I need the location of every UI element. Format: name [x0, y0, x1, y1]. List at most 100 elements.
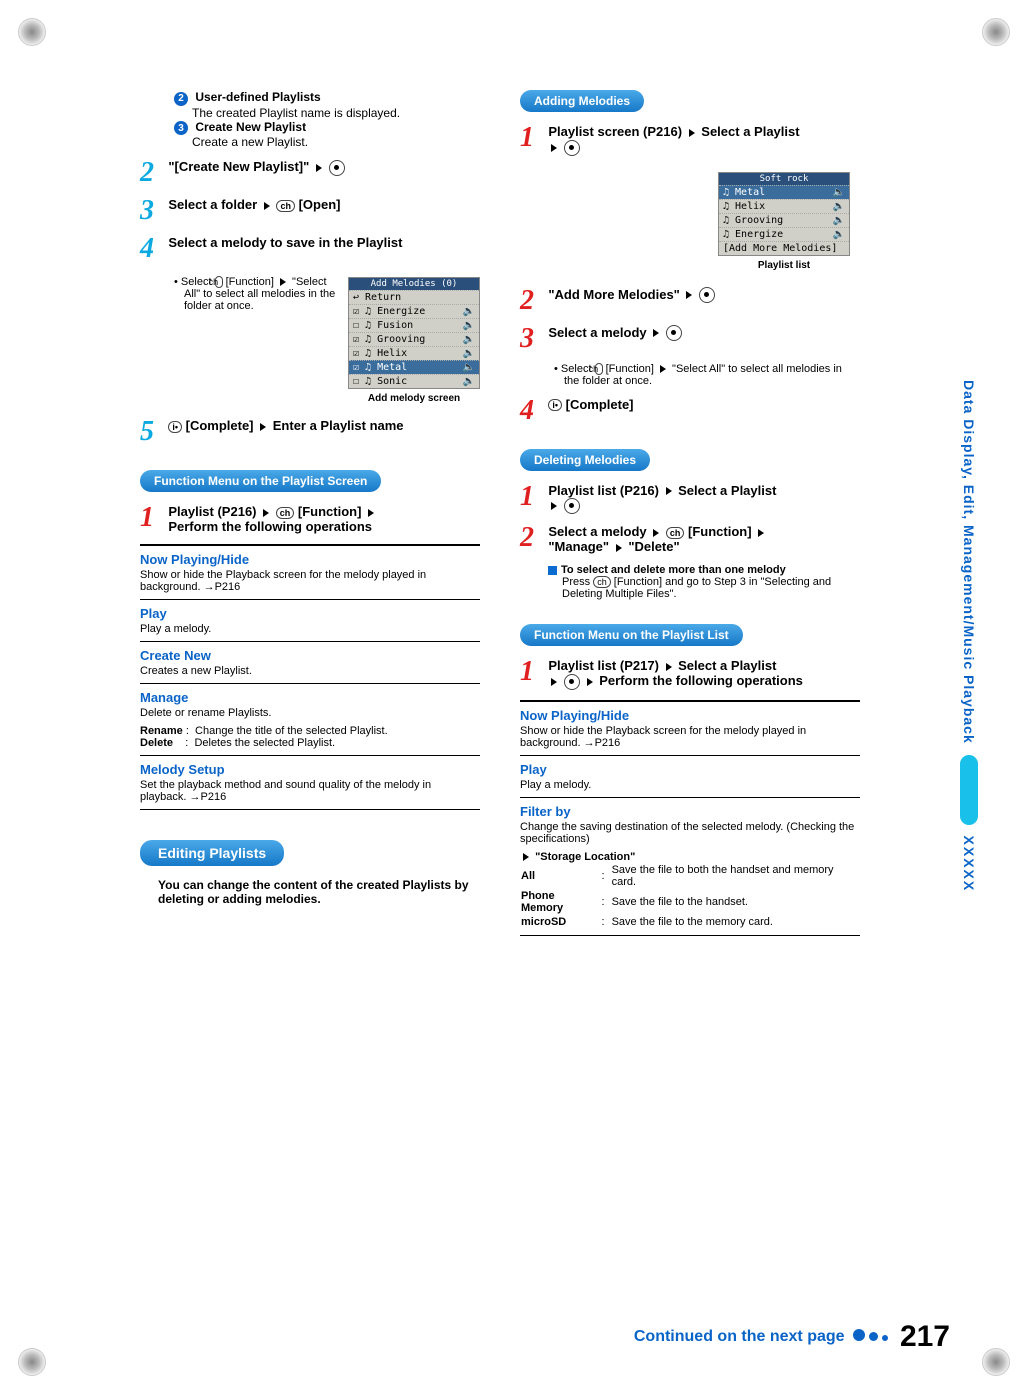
screenshot-row: ☐ ♫ Sonic🔈 — [349, 374, 479, 388]
add-melody-screenshot: Add Melodies (0) ↩ Return ☑ ♫ Energize🔈 … — [348, 277, 480, 404]
list-item: 3 Create New Playlist Create a new Playl… — [174, 120, 480, 150]
row-text: ♫ Grooving — [723, 215, 783, 226]
arrow-icon — [666, 663, 672, 671]
screenshot-row: ☑ ♫ Metal🔈 — [349, 360, 479, 374]
option-name: Phone Memory — [521, 890, 563, 914]
screenshot-title: Add Melodies (0) — [349, 278, 479, 290]
arrow-icon — [616, 544, 622, 552]
storage-location-options: "Storage Location" All:Save the file to … — [520, 851, 860, 929]
menu-item-heading: Play — [520, 762, 860, 777]
divider — [520, 935, 860, 936]
divider — [520, 797, 860, 798]
screenshot-title: Soft rock — [719, 173, 849, 185]
divider — [520, 755, 860, 756]
step-number: 3 — [520, 325, 545, 353]
step-label: [Complete] — [186, 418, 258, 433]
option-label: "Storage Location" — [535, 851, 635, 863]
circled-number-icon: 2 — [174, 92, 188, 106]
menu-item-heading: Filter by — [520, 804, 860, 819]
row-text: ☑ ♫ Energize — [353, 306, 425, 317]
step-label: Playlist (P216) — [168, 504, 260, 519]
step-4-body: Add Melodies (0) ↩ Return ☑ ♫ Energize🔈 … — [140, 273, 480, 408]
section-heading: Editing Playlists — [140, 840, 480, 866]
content-area: 2 User-defined Playlists The created Pla… — [140, 90, 860, 942]
arrow-icon — [758, 529, 764, 537]
section-heading: Function Menu on the Playlist Screen — [140, 470, 480, 492]
step-label: Select a melody — [548, 325, 650, 340]
step-text: Select a melody — [548, 325, 858, 342]
step-number: 1 — [140, 504, 165, 532]
step-label: "Add More Melodies" — [548, 287, 683, 302]
step-3: 3 Select a folder ch [Open] — [140, 197, 480, 225]
arrow-icon — [316, 164, 322, 172]
step-label: Select a folder — [168, 197, 260, 212]
side-tab-xs: XXXXX — [961, 836, 977, 893]
step-text: Select a melody to save in the Playlist — [168, 235, 478, 250]
step-5: 5 i• [Complete] Enter a Playlist name — [140, 418, 480, 446]
screenshot-row: ♫ Energize🔈 — [719, 227, 849, 241]
side-tab-pill-icon — [960, 755, 978, 825]
step-text: Select a melody ch [Function] "Manage" "… — [548, 524, 858, 554]
menu-item-heading: Now Playing/Hide — [520, 708, 860, 723]
arrow-icon — [551, 144, 557, 152]
menu-item-heading: Create New — [140, 648, 480, 663]
arrow-icon — [264, 202, 270, 210]
step-text: i• [Complete] — [548, 397, 858, 412]
step-label: "Manage" — [548, 539, 612, 554]
arrow-icon — [686, 291, 692, 299]
step-number: 2 — [520, 287, 545, 315]
menu-item-heading: Now Playing/Hide — [140, 552, 480, 567]
menu-item-desc: Play a melody. — [520, 779, 860, 791]
step-number: 2 — [520, 524, 545, 552]
menu-item-desc: Show or hide the Playback screen for the… — [520, 725, 860, 749]
divider — [140, 544, 480, 546]
list-item-title: Create New Playlist — [195, 120, 306, 134]
arrow-icon — [660, 365, 666, 373]
step-label: [Function] — [298, 504, 365, 519]
function2-step-1: 1 Playlist list (P217) Select a Playlist… — [520, 658, 860, 690]
step-number: 5 — [140, 418, 165, 446]
option-desc: Deletes the selected Playlist. — [194, 737, 335, 749]
playlist-screenshot: Soft rock ♫ Metal🔈 ♫ Helix🔈 ♫ Grooving🔈 … — [718, 172, 850, 271]
arrow-icon — [280, 278, 286, 286]
screenshot-row: ☐ ♫ Fusion🔈 — [349, 318, 479, 332]
divider — [140, 641, 480, 642]
menu-item-heading: Manage — [140, 690, 480, 705]
step-label: [Open] — [299, 197, 341, 212]
side-tab-label: Data Display, Edit, Management/Music Pla… — [961, 380, 977, 744]
phone-screenshot: Soft rock ♫ Metal🔈 ♫ Helix🔈 ♫ Grooving🔈 … — [718, 172, 850, 256]
circled-number-icon: 3 — [174, 121, 188, 135]
section-pill: Function Menu on the Playlist List — [520, 624, 743, 646]
step-label: Perform the following operations — [599, 673, 803, 688]
step-number: 1 — [520, 483, 545, 511]
menu-item-desc: Show or hide the Playback screen for the… — [140, 569, 480, 593]
center-key-icon — [564, 140, 580, 156]
del-note: To select and delete more than one melod… — [548, 564, 860, 600]
list-item: 2 User-defined Playlists The created Pla… — [174, 90, 480, 120]
add-step-3: 3 Select a melody — [520, 325, 860, 353]
step-number: 1 — [520, 658, 545, 686]
step-number: 4 — [140, 235, 165, 263]
circled-list: 2 User-defined Playlists The created Pla… — [174, 90, 480, 149]
option-name: All — [521, 870, 535, 882]
divider — [140, 755, 480, 756]
step-number: 2 — [140, 159, 165, 187]
step-label: Select a Playlist — [678, 483, 776, 498]
substep-text: [Function] — [223, 276, 277, 288]
option-name: Delete — [140, 737, 173, 749]
row-text: ☑ ♫ Metal — [353, 362, 407, 373]
softkey-icon: ch — [276, 507, 295, 519]
row-text: ☐ ♫ Fusion — [353, 320, 413, 331]
right-column: Adding Melodies 1 Playlist screen (P216)… — [520, 90, 860, 942]
note-heading: To select and delete more than one melod… — [561, 564, 786, 576]
two-columns: 2 User-defined Playlists The created Pla… — [140, 90, 860, 942]
step-text: "[Create New Playlist]" — [168, 159, 478, 176]
arrow-icon — [260, 423, 266, 431]
page: Data Display, Edit, Management/Music Pla… — [0, 0, 1028, 1394]
arrow-icon — [587, 678, 593, 686]
row-text: ♫ Helix — [723, 201, 765, 212]
menu-item-desc: Set the playback method and sound qualit… — [140, 779, 480, 803]
option-name: microSD — [521, 916, 566, 928]
step-2: 2 "[Create New Playlist]" — [140, 159, 480, 187]
note-text: Press — [562, 576, 593, 588]
